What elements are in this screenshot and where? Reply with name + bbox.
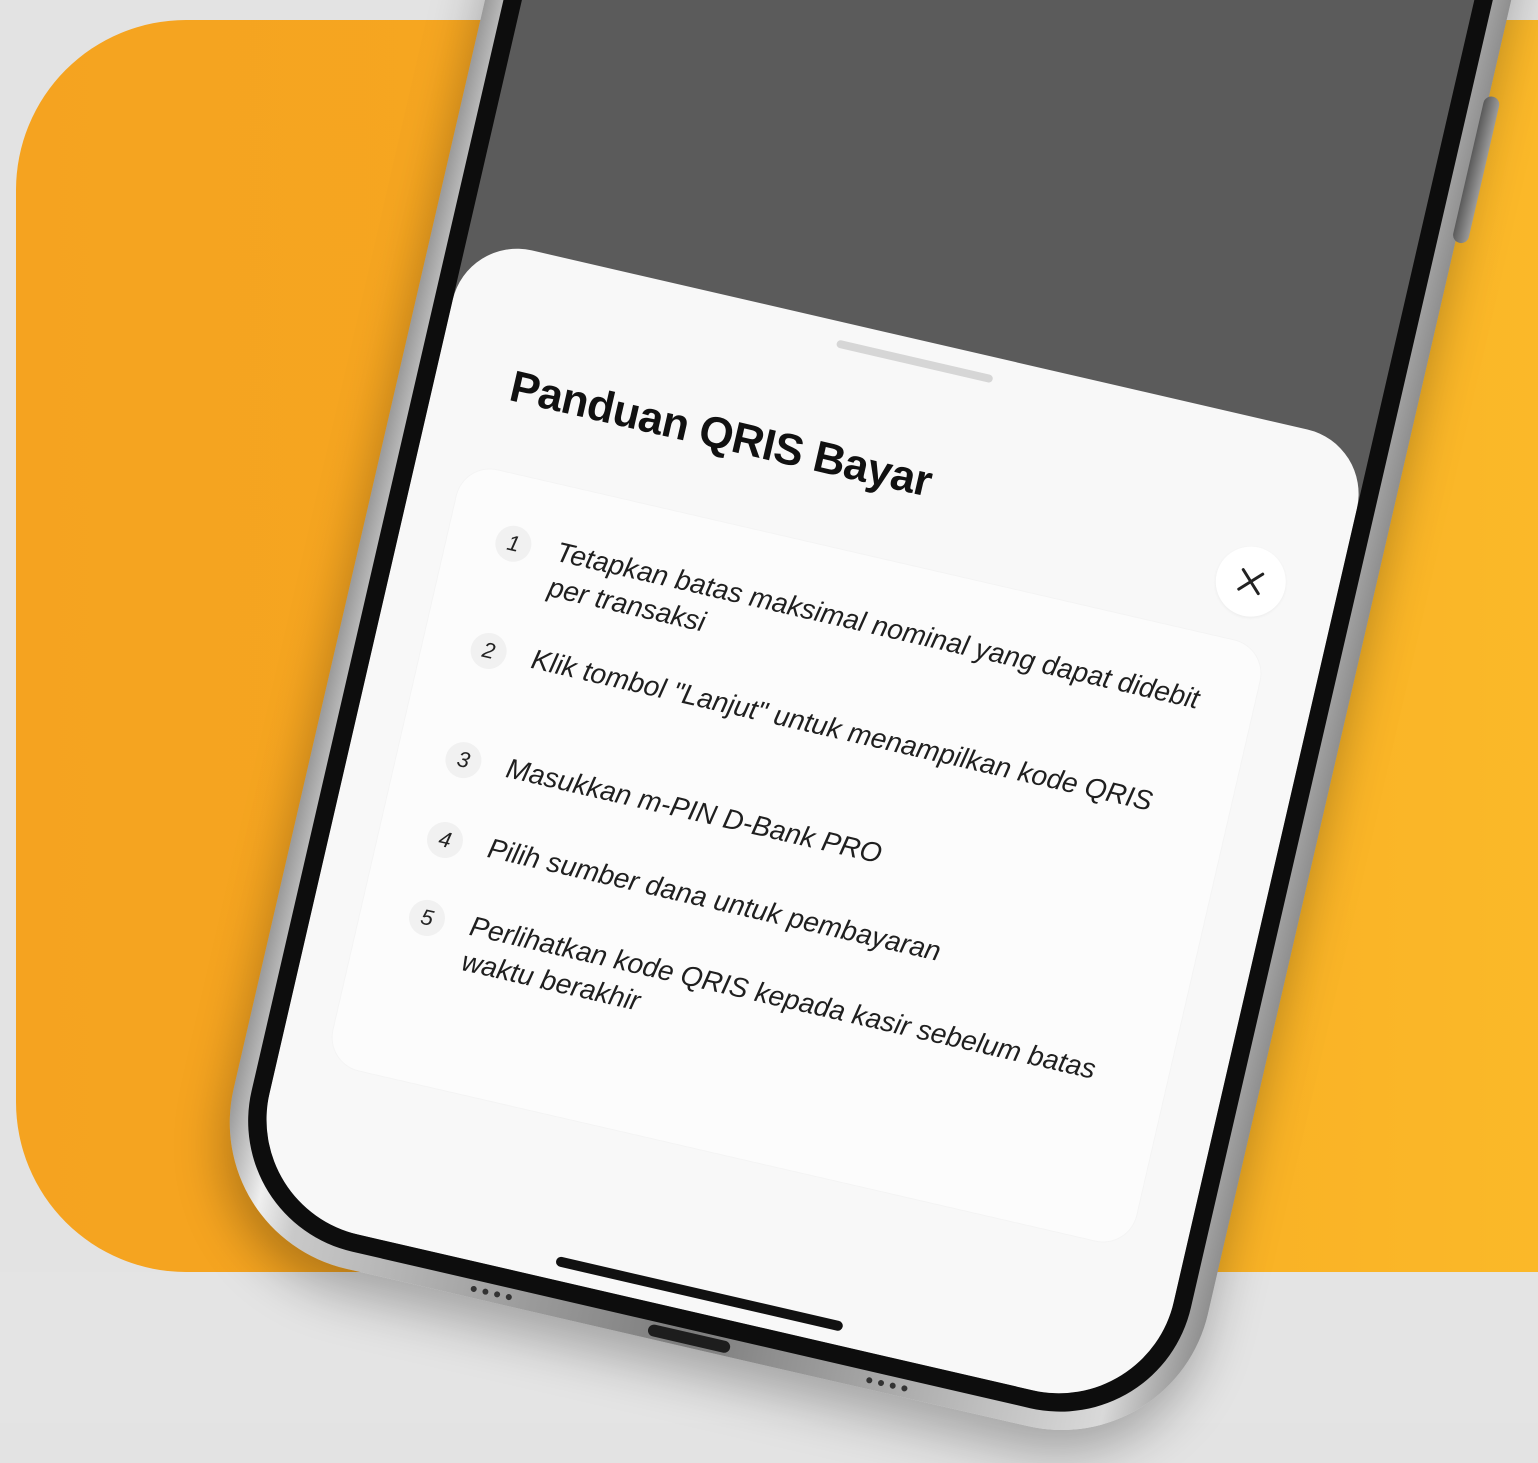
step-number: 2 (467, 629, 511, 673)
drag-handle[interactable] (835, 339, 994, 384)
step-number: 4 (423, 818, 467, 862)
close-icon (1237, 568, 1265, 596)
step-text: Perlihatkan kode QRIS kepada kasir sebel… (458, 910, 1099, 1085)
step-number: 5 (405, 896, 449, 940)
step-number: 3 (441, 738, 486, 782)
steps-card: 1 Tetapkan batas maksimal nominal yang d… (325, 462, 1268, 1249)
close-button[interactable] (1208, 539, 1293, 624)
step-number: 1 (491, 522, 535, 566)
sheet-title: Panduan QRIS Bayar (505, 361, 937, 507)
